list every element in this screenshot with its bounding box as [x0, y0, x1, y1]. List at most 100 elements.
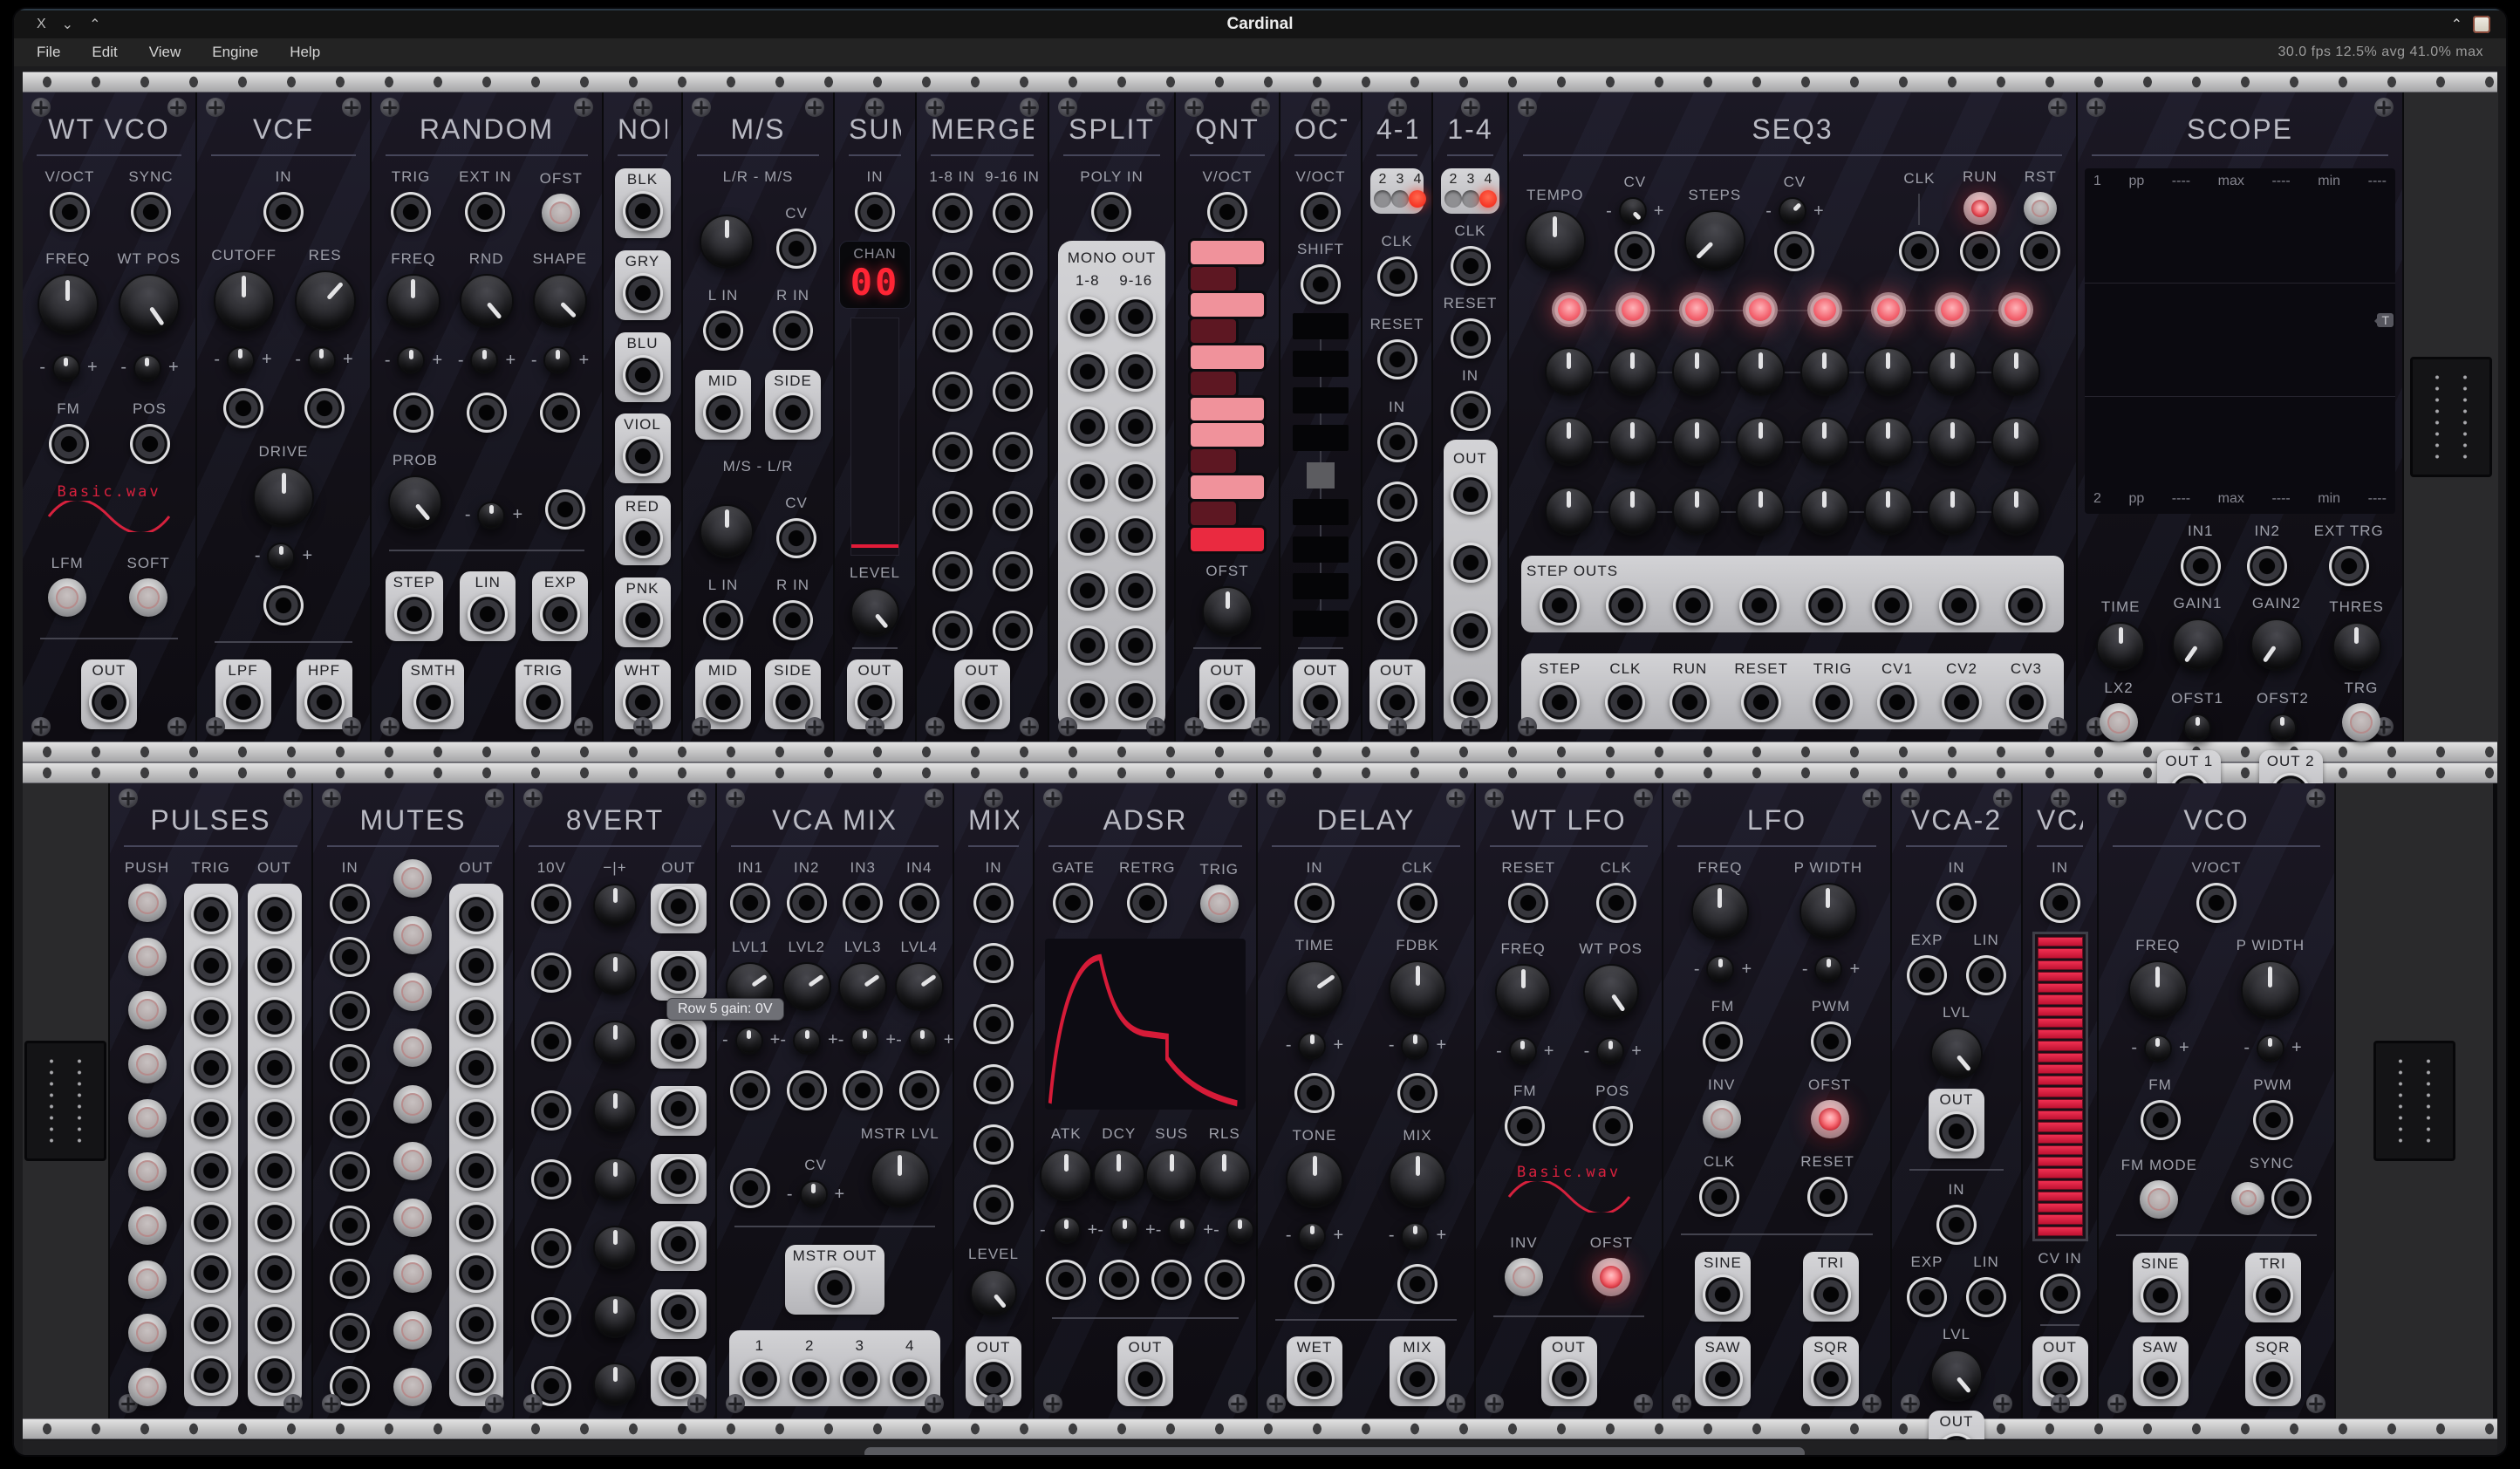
out-port[interactable]: [1451, 611, 1491, 651]
9-16-port[interactable]: [1116, 407, 1156, 447]
step-outs-port[interactable]: [1606, 585, 1646, 625]
9-16-in-port[interactable]: [993, 491, 1033, 531]
blu-port[interactable]: [623, 355, 663, 395]
jack-port[interactable]: [730, 1168, 770, 1208]
in-port[interactable]: [330, 991, 370, 1031]
menu-file[interactable]: File: [37, 44, 60, 61]
out-port[interactable]: [659, 1359, 699, 1399]
reset-port[interactable]: [1807, 1177, 1847, 1217]
steps-knob[interactable]: [1684, 210, 1745, 271]
push-button[interactable]: [393, 1199, 432, 1237]
fm-port[interactable]: [1505, 1106, 1545, 1146]
hpf-port[interactable]: [304, 682, 345, 722]
trim-knob[interactable]: [1226, 1216, 1254, 1244]
10v-port[interactable]: [531, 1021, 571, 1062]
trig-port[interactable]: [1813, 682, 1853, 722]
trim-knob[interactable]: [1298, 1222, 1326, 1250]
push-button[interactable]: [128, 938, 167, 976]
trim-knob[interactable]: [52, 354, 80, 382]
in-port[interactable]: [1451, 391, 1491, 431]
trim-knob[interactable]: [1814, 955, 1842, 983]
saw-port[interactable]: [1703, 1359, 1743, 1399]
key-c[interactable]: [1188, 499, 1239, 528]
in-port[interactable]: [330, 884, 370, 924]
push-button[interactable]: [393, 1142, 432, 1180]
9-16-port[interactable]: [1116, 352, 1156, 392]
step-5-knob[interactable]: [1800, 347, 1849, 396]
1-port[interactable]: [740, 1359, 780, 1399]
atk-knob[interactable]: [1040, 1149, 1092, 1201]
in-port[interactable]: [330, 937, 370, 977]
clk-port[interactable]: [1451, 246, 1491, 286]
step-5-knob[interactable]: [1800, 487, 1849, 536]
reset-port[interactable]: [1741, 682, 1781, 722]
dcy-knob[interactable]: [1093, 1149, 1145, 1201]
out-port[interactable]: [456, 1151, 496, 1191]
9-16-port[interactable]: [1116, 625, 1156, 666]
step-light-4[interactable]: [1743, 292, 1778, 327]
step-light-1[interactable]: [1552, 292, 1587, 327]
1-8-port[interactable]: [1068, 352, 1108, 392]
trim-knob[interactable]: [2269, 714, 2297, 741]
out-port[interactable]: [255, 1202, 295, 1242]
r-in-port[interactable]: [773, 311, 813, 351]
in-port[interactable]: [330, 1098, 370, 1138]
tri-port[interactable]: [2253, 1275, 2293, 1315]
2-port[interactable]: [789, 1359, 830, 1399]
menu-engine[interactable]: Engine: [212, 44, 258, 61]
9-16-port[interactable]: [1116, 297, 1156, 337]
1-8-port[interactable]: [1068, 407, 1108, 447]
inv-button[interactable]: [1703, 1100, 1741, 1138]
key-b[interactable]: [1188, 238, 1267, 267]
step-6-knob[interactable]: [1864, 487, 1913, 536]
maximize-icon[interactable]: ⌃: [89, 16, 100, 33]
out-port[interactable]: [1451, 679, 1491, 719]
step-2-knob[interactable]: [1608, 417, 1657, 466]
out-port[interactable]: [456, 1304, 496, 1344]
1-8-in-port[interactable]: [932, 193, 973, 233]
step-1-knob[interactable]: [1545, 347, 1594, 396]
rls-knob[interactable]: [1199, 1149, 1251, 1201]
shape-knob[interactable]: [533, 274, 587, 328]
step-light-6[interactable]: [1871, 292, 1906, 327]
horizontal-scrollbar[interactable]: [864, 1447, 1805, 1455]
9-16-in-port[interactable]: [993, 551, 1033, 591]
octave-step[interactable]: [1293, 313, 1349, 339]
9-16-in-port[interactable]: [993, 193, 1033, 233]
jack-port[interactable]: [1294, 1073, 1335, 1113]
jack-port[interactable]: [730, 1070, 770, 1110]
out-port[interactable]: [659, 953, 699, 994]
trigger-marker[interactable]: T: [2377, 313, 2394, 327]
jack-port[interactable]: [304, 388, 345, 428]
sync-button[interactable]: [2231, 1182, 2264, 1215]
channels-3-led[interactable]: [1462, 190, 1479, 208]
mid-port[interactable]: [703, 393, 743, 433]
exp-port[interactable]: [540, 594, 580, 634]
9-16-port[interactable]: [1116, 516, 1156, 556]
trim-knob[interactable]: [1110, 1216, 1138, 1244]
9-16-in-port[interactable]: [993, 252, 1033, 292]
row-6-knob[interactable]: [593, 1226, 637, 1269]
trig-port[interactable]: [191, 1304, 231, 1344]
channels-3-led[interactable]: [1391, 190, 1409, 208]
fm-port[interactable]: [49, 424, 89, 464]
1-8-in-port[interactable]: [932, 611, 973, 651]
trim-knob[interactable]: [2183, 714, 2211, 741]
trim-knob[interactable]: [1298, 1032, 1326, 1060]
trim-knob[interactable]: [793, 1027, 821, 1055]
step-light-2[interactable]: [1615, 292, 1650, 327]
jack-port[interactable]: [1294, 1264, 1335, 1304]
octave-step[interactable]: [1293, 387, 1349, 413]
gry-port[interactable]: [623, 273, 663, 313]
fm-port[interactable]: [1703, 1021, 1743, 1062]
push-button[interactable]: [128, 1152, 167, 1191]
step-outs-port[interactable]: [1673, 585, 1713, 625]
step-7-knob[interactable]: [1928, 487, 1977, 536]
10v-port[interactable]: [531, 884, 571, 924]
trim-knob[interactable]: [1401, 1222, 1429, 1250]
in2-port[interactable]: [2247, 546, 2287, 586]
cv-port[interactable]: [1615, 231, 1655, 271]
out-port[interactable]: [1451, 475, 1491, 515]
step-2-knob[interactable]: [1608, 487, 1657, 536]
thres-knob[interactable]: [2332, 622, 2381, 671]
